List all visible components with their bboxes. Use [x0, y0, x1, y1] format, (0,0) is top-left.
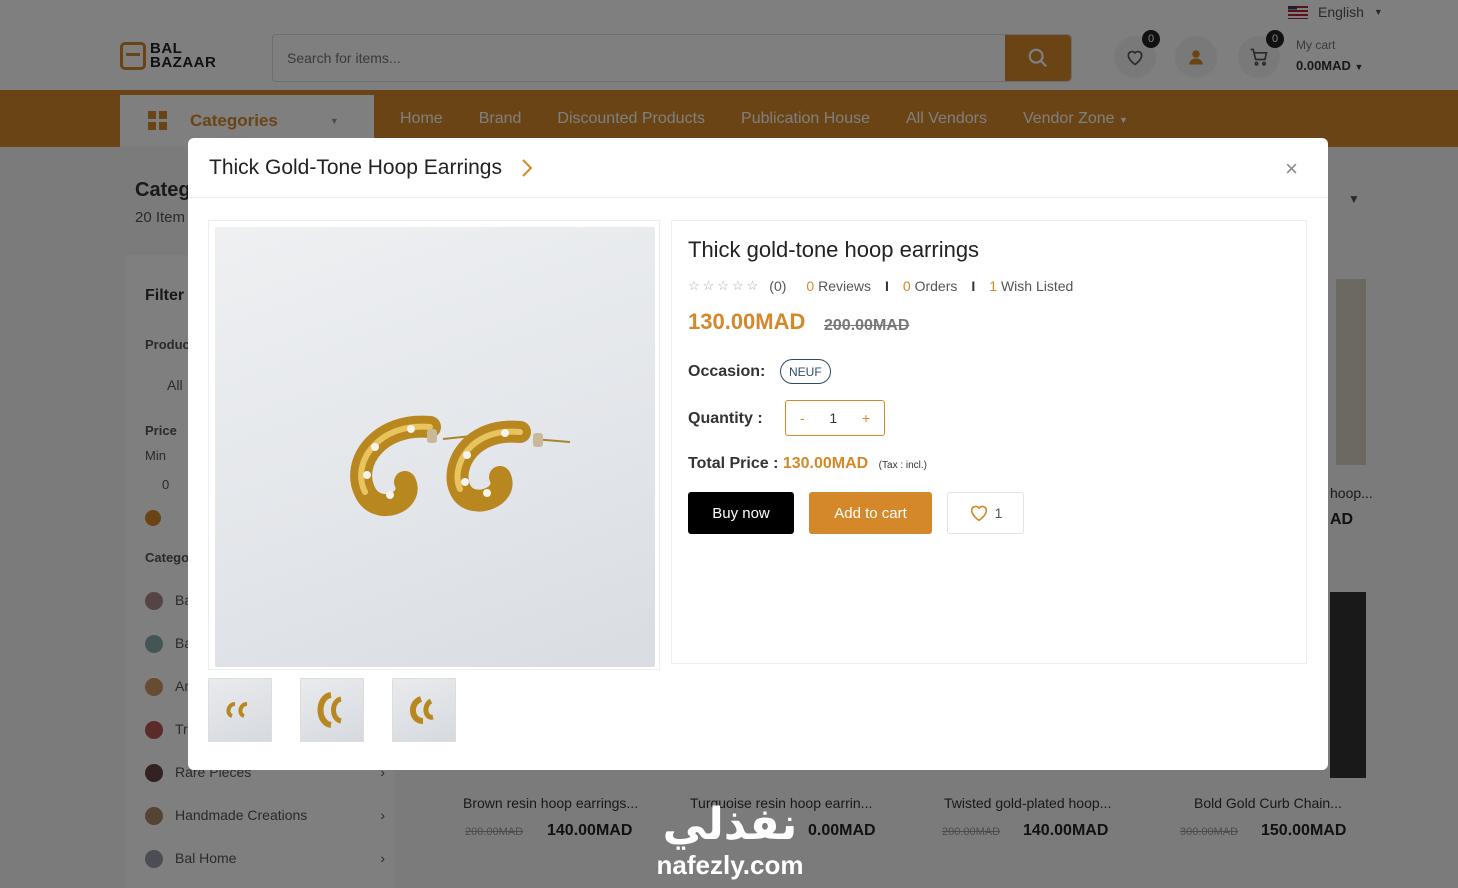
modal-title[interactable]: Thick Gold-Tone Hoop Earrings	[209, 156, 502, 180]
product-info-card: Thick gold-tone hoop earrings ☆☆☆☆☆ (0) …	[671, 220, 1307, 664]
wishlist-count: 1	[994, 505, 1003, 521]
earrings-thumbnail-image	[410, 696, 434, 724]
star-rating-icon: ☆☆☆☆☆	[688, 278, 762, 293]
wishlist-stat: 1 Wish Listed	[989, 278, 1074, 294]
quantity-label: Quantity :	[688, 410, 763, 427]
divider: I	[885, 278, 889, 294]
modal-header: Thick Gold-Tone Hoop Earrings	[188, 138, 1328, 198]
wishlist-toggle-button[interactable]: 1	[947, 492, 1024, 534]
thumbnail[interactable]	[208, 678, 272, 742]
close-button[interactable]: ×	[1285, 156, 1298, 182]
current-price: 130.00MAD	[688, 309, 806, 334]
quantity-stepper: - 1 +	[785, 400, 885, 436]
earrings-image	[350, 415, 571, 517]
divider: I	[971, 278, 976, 294]
quantity-increase-button[interactable]: +	[862, 410, 870, 426]
occasion-label: Occasion:	[688, 363, 766, 380]
rating-row: ☆☆☆☆☆ (0) 0 Reviews I 0 Orders I 1 Wish …	[688, 278, 1073, 294]
earrings-thumbnail-image	[226, 702, 248, 718]
chevron-right-icon	[522, 158, 533, 177]
thumbnail[interactable]	[392, 678, 456, 742]
quantity-decrease-button[interactable]: -	[800, 410, 805, 426]
occasion-badge: NEUF	[780, 359, 831, 384]
tax-note: (Tax : incl.)	[878, 460, 928, 471]
orders-count: 0 Orders	[902, 278, 958, 294]
quantity-value[interactable]: 1	[829, 410, 837, 426]
total-price-value: 130.00MAD	[782, 455, 869, 472]
buy-now-button[interactable]: Buy now	[688, 492, 794, 534]
rating-count: (0)	[769, 278, 787, 294]
product-main-image[interactable]	[215, 227, 655, 667]
total-price-label: Total Price :	[688, 455, 779, 472]
add-to-cart-button[interactable]: Add to cart	[809, 492, 932, 534]
main-image-card	[208, 220, 660, 670]
watermark-latin: nafezly.com	[656, 850, 804, 880]
product-title: Thick gold-tone hoop earrings	[688, 237, 980, 262]
old-price: 200.00MAD	[824, 317, 910, 334]
earrings-thumbnail-image	[317, 692, 342, 728]
quick-view-modal: Thick Gold-Tone Hoop Earrings × Thick go…	[188, 138, 1328, 770]
thumbnail[interactable]	[300, 678, 364, 742]
total-price-row: Total Price : 130.00MAD (Tax : incl.)	[688, 455, 927, 473]
watermark: نفذلي nafezly.com	[640, 799, 820, 881]
watermark-arabic: نفذلي	[662, 799, 798, 850]
reviews-count: 0 Reviews	[806, 278, 871, 294]
heart-icon	[970, 505, 987, 522]
thumbnail-strip	[208, 678, 456, 742]
